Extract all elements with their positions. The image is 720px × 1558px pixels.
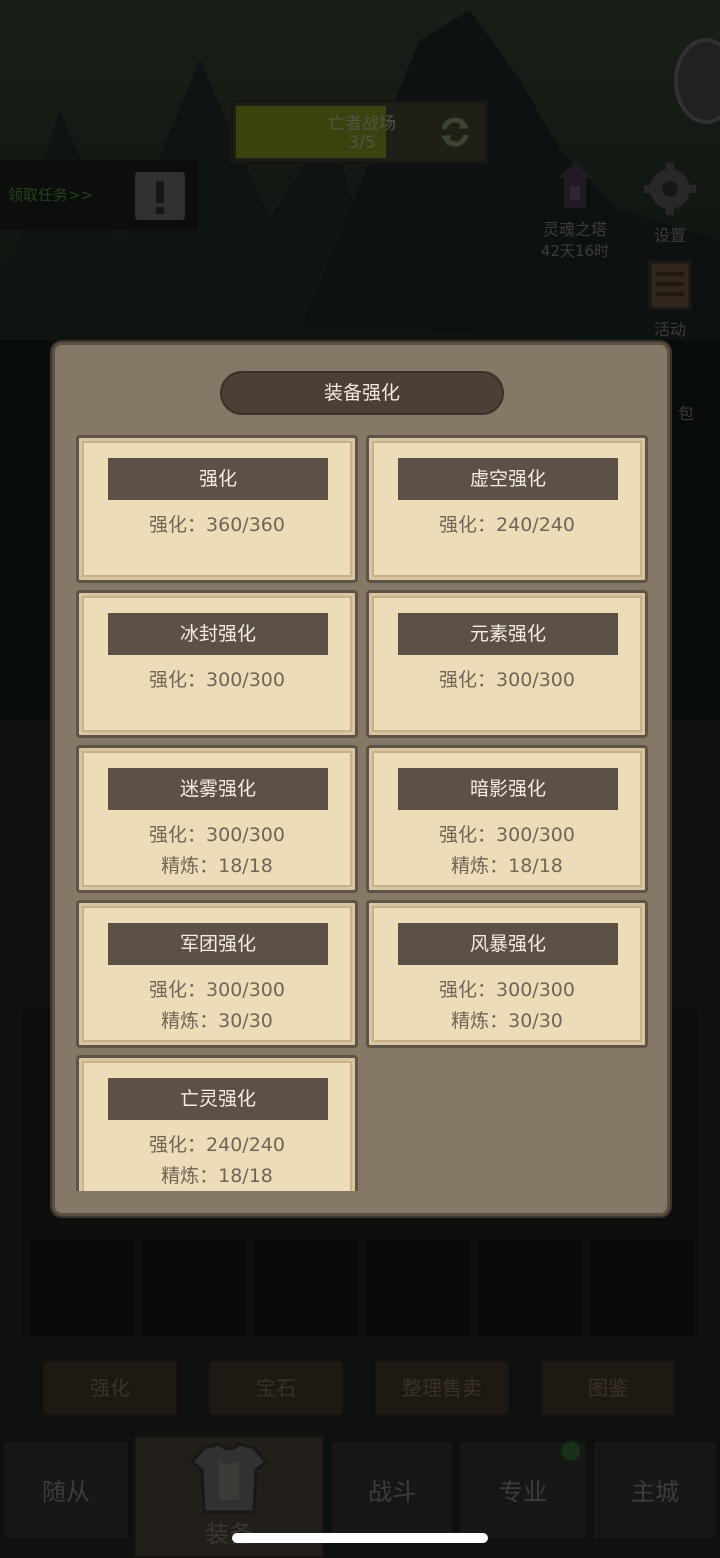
- enhance-card-basic[interactable]: 强化 强化：360/360: [76, 435, 358, 583]
- card-banner: 虚空强化: [398, 458, 618, 500]
- enhance-card-shadow[interactable]: 暗影强化 强化：300/300 精炼：18/18: [366, 745, 648, 893]
- card-enhance-level: 强化：240/240: [149, 1134, 285, 1156]
- panel-title: 装备强化: [323, 382, 400, 404]
- enhance-card-mist[interactable]: 迷雾强化 强化：300/300 精炼：18/18: [76, 745, 358, 893]
- card-refine-level: 精炼：30/30: [161, 1010, 273, 1032]
- card-title: 暗影强化: [469, 778, 546, 800]
- card-title: 强化: [198, 468, 237, 490]
- card-enhance-level: 强化：300/300: [439, 669, 575, 691]
- card-refine-level: 精炼：18/18: [161, 1165, 273, 1187]
- card-scroll-clip: 亡灵强化 强化：240/240 精炼：18/18: [76, 1053, 658, 1191]
- card-banner: 迷雾强化: [108, 768, 328, 810]
- enhance-card-legion[interactable]: 军团强化 强化：300/300 精炼：30/30: [76, 900, 358, 1048]
- card-banner: 暗影强化: [398, 768, 618, 810]
- card-banner: 风暴强化: [398, 923, 618, 965]
- card-enhance-level: 强化：300/300: [439, 824, 575, 846]
- card-refine-level: 精炼：30/30: [451, 1010, 563, 1032]
- card-title: 亡灵强化: [179, 1088, 256, 1110]
- card-refine-level: 精炼：18/18: [451, 855, 563, 877]
- equipment-enhance-panel: 装备强化 强化 强化：360/360 虚空强化 强化：240/240 冰封强化 …: [52, 342, 670, 1216]
- card-title: 虚空强化: [469, 468, 546, 490]
- card-enhance-level: 强化：360/360: [149, 514, 285, 536]
- enhance-card-element[interactable]: 元素强化 强化：300/300: [366, 590, 648, 738]
- card-enhance-level: 强化：240/240: [439, 514, 575, 536]
- card-banner: 亡灵强化: [108, 1078, 328, 1120]
- card-title: 冰封强化: [179, 623, 256, 645]
- card-title: 迷雾强化: [179, 778, 256, 800]
- home-indicator[interactable]: [232, 1533, 488, 1543]
- card-title: 风暴强化: [469, 933, 546, 955]
- card-enhance-level: 强化：300/300: [149, 979, 285, 1001]
- card-banner: 冰封强化: [108, 613, 328, 655]
- card-refine-level: 精炼：18/18: [161, 855, 273, 877]
- card-enhance-level: 强化：300/300: [149, 669, 285, 691]
- card-enhance-level: 强化：300/300: [149, 824, 285, 846]
- panel-title-bar: 装备强化: [220, 371, 504, 415]
- enhance-card-frost[interactable]: 冰封强化 强化：300/300: [76, 590, 358, 738]
- card-enhance-level: 强化：300/300: [439, 979, 575, 1001]
- card-title: 元素强化: [469, 623, 546, 645]
- card-banner: 强化: [108, 458, 328, 500]
- enhance-card-void[interactable]: 虚空强化 强化：240/240: [366, 435, 648, 583]
- card-banner: 军团强化: [108, 923, 328, 965]
- enhance-card-storm[interactable]: 风暴强化 强化：300/300 精炼：30/30: [366, 900, 648, 1048]
- enhance-card-undead[interactable]: 亡灵强化 强化：240/240 精炼：18/18: [76, 1055, 358, 1191]
- card-title: 军团强化: [179, 933, 256, 955]
- card-banner: 元素强化: [398, 613, 618, 655]
